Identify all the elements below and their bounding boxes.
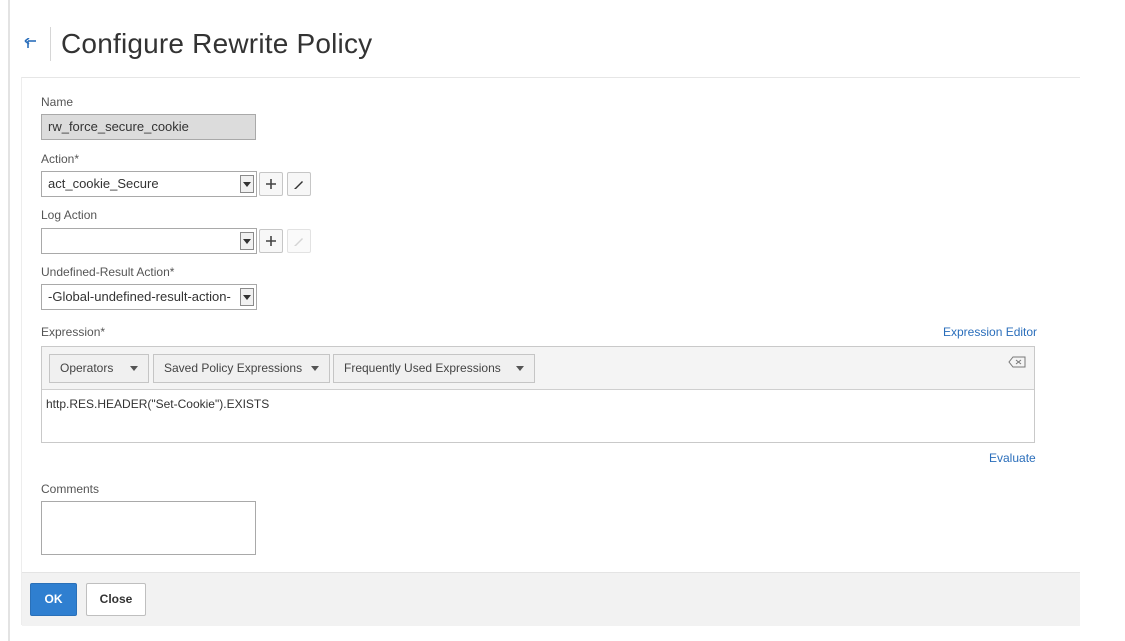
undefined-result-action-value: -Global-undefined-result-action- xyxy=(48,289,231,304)
evaluate-link[interactable]: Evaluate xyxy=(989,451,1036,465)
comments-textarea[interactable] xyxy=(41,501,256,555)
expression-editor: Operators Saved Policy Expressions Frequ… xyxy=(41,346,1035,443)
frequently-used-expressions-dropdown[interactable]: Frequently Used Expressions xyxy=(333,354,535,383)
expression-label: Expression* xyxy=(41,325,106,339)
caret-down-icon xyxy=(311,366,319,371)
expression-toolbar: Operators Saved Policy Expressions Frequ… xyxy=(42,347,1034,390)
action-select[interactable]: act_cookie_Secure xyxy=(41,171,257,197)
policy-form: Name rw_force_secure_cookie Action* act_… xyxy=(21,77,1080,626)
saved-policy-expressions-label: Saved Policy Expressions xyxy=(164,361,303,375)
log-action-label: Log Action xyxy=(41,208,98,222)
log-action-select[interactable] xyxy=(41,228,257,254)
ok-button[interactable]: OK xyxy=(30,583,77,616)
header-divider xyxy=(50,27,51,61)
form-footer: OK Close xyxy=(22,572,1080,626)
name-label: Name xyxy=(41,95,74,109)
caret-down-icon xyxy=(130,366,138,371)
action-label: Action* xyxy=(41,152,80,166)
action-select-value: act_cookie_Secure xyxy=(48,176,159,191)
left-border xyxy=(8,0,10,641)
plus-icon xyxy=(266,179,276,189)
edit-log-action-button[interactable] xyxy=(287,229,311,253)
expression-editor-link[interactable]: Expression Editor xyxy=(943,325,1037,339)
page-header: Configure Rewrite Policy xyxy=(20,24,372,64)
undefined-result-action-select[interactable]: -Global-undefined-result-action- xyxy=(41,284,257,310)
operators-label: Operators xyxy=(60,361,114,375)
undefined-result-action-label: Undefined-Result Action* xyxy=(41,265,175,279)
caret-down-icon[interactable] xyxy=(240,175,254,193)
pencil-icon xyxy=(294,238,303,246)
caret-down-icon xyxy=(516,366,524,371)
plus-icon xyxy=(266,236,276,246)
expression-text[interactable]: http.RES.HEADER("Set-Cookie").EXISTS xyxy=(46,397,269,411)
backspace-clear-icon[interactable] xyxy=(1008,356,1026,368)
caret-down-icon[interactable] xyxy=(240,232,254,250)
comments-label: Comments xyxy=(41,482,100,496)
page-title: Configure Rewrite Policy xyxy=(61,28,373,59)
close-button[interactable]: Close xyxy=(86,583,146,616)
pencil-icon xyxy=(294,181,303,189)
edit-action-button[interactable] xyxy=(287,172,311,196)
add-action-button[interactable] xyxy=(259,172,283,196)
operators-dropdown[interactable]: Operators xyxy=(49,354,149,383)
name-field[interactable]: rw_force_secure_cookie xyxy=(41,114,256,140)
caret-down-icon[interactable] xyxy=(240,288,254,306)
back-arrow-icon[interactable] xyxy=(20,33,42,55)
frequently-used-expressions-label: Frequently Used Expressions xyxy=(344,361,501,375)
add-log-action-button[interactable] xyxy=(259,229,283,253)
saved-policy-expressions-dropdown[interactable]: Saved Policy Expressions xyxy=(153,354,330,383)
